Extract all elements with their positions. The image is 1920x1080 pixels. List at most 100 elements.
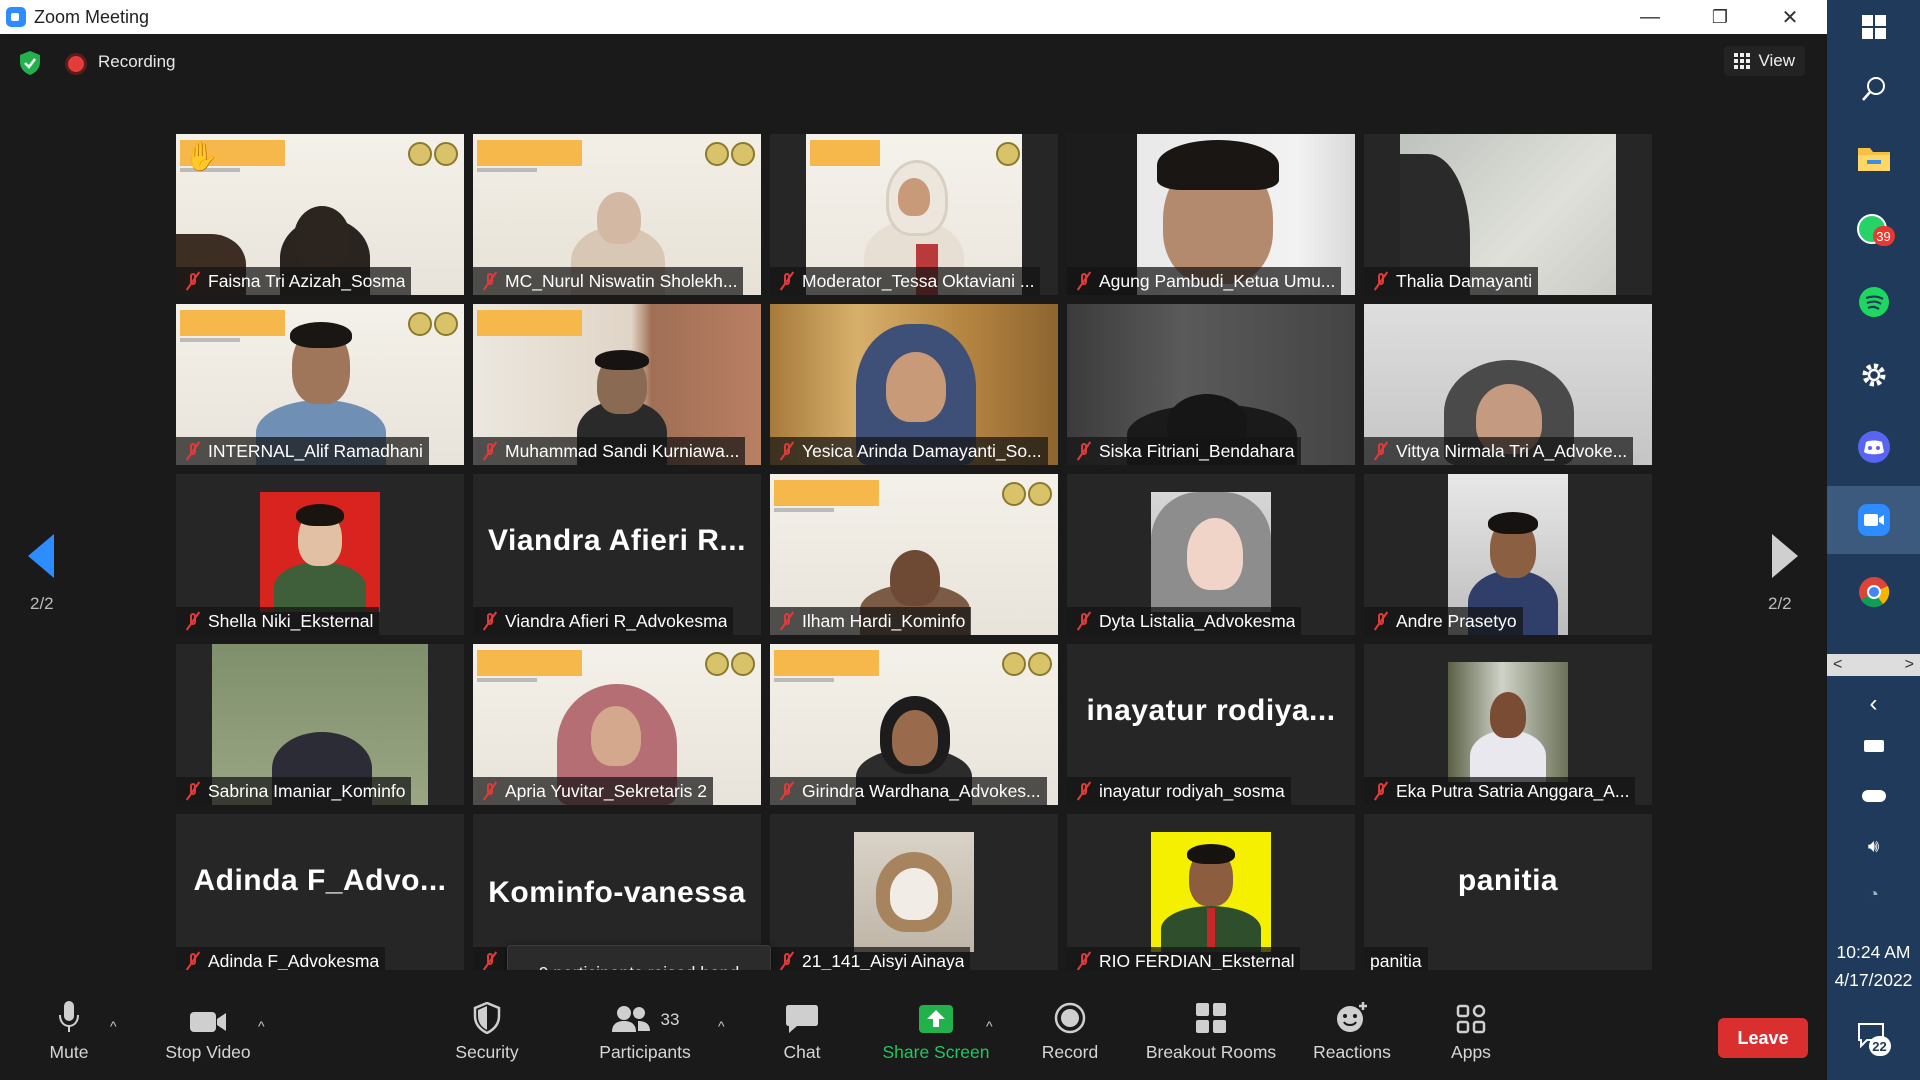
- video-options-caret-icon[interactable]: ^: [258, 1018, 265, 1034]
- logo-badge: [705, 652, 729, 676]
- participant-tile[interactable]: Shella Niki_Eksternal: [176, 474, 464, 635]
- participant-tile[interactable]: Siska Fitriani_Bendahara: [1067, 304, 1355, 465]
- participant-tile[interactable]: Andre Prasetyo: [1364, 474, 1652, 635]
- onedrive-cloud-icon[interactable]: [1827, 790, 1920, 802]
- taskbar-time[interactable]: 10:24 AM: [1827, 942, 1920, 963]
- cat-face: [890, 868, 938, 920]
- next-page-arrow-icon[interactable]: [1772, 534, 1798, 578]
- banner-subtext: [774, 678, 834, 682]
- muted-mic-icon: [182, 270, 204, 292]
- participant-tile[interactable]: panitia panitia: [1364, 814, 1652, 975]
- whatsapp-button[interactable]: 39: [1827, 214, 1920, 248]
- usb-device-icon[interactable]: [1827, 740, 1920, 752]
- participant-tile[interactable]: Eka Putra Satria Anggara_A...: [1364, 644, 1652, 805]
- gear-icon: [1862, 363, 1885, 387]
- participant-tile[interactable]: 21_141_Aisyi Ainaya: [770, 814, 1058, 975]
- volume-icon[interactable]: 🔊︎: [1827, 836, 1920, 857]
- chat-button[interactable]: Chat: [772, 998, 832, 1068]
- participant-tile[interactable]: Vittya Nirmala Tri A_Advoke...: [1364, 304, 1652, 465]
- participant-tile[interactable]: Moderator_Tessa Oktaviani ...: [770, 134, 1058, 295]
- previous-page-arrow-icon[interactable]: [28, 534, 54, 578]
- participant-tile[interactable]: Agung Pambudi_Ketua Umu...: [1067, 134, 1355, 295]
- participant-name-label: Viandra Afieri R_Advokesma: [473, 607, 734, 635]
- participants-options-caret-icon[interactable]: ^: [718, 1018, 725, 1034]
- participant-profile-photo: [1448, 662, 1568, 782]
- settings-button[interactable]: [1827, 360, 1920, 390]
- scroll-left-arrow-icon[interactable]: <: [1833, 656, 1842, 674]
- recording-label[interactable]: Recording: [98, 52, 176, 72]
- zoom-app-icon: [6, 7, 26, 27]
- file-explorer-button[interactable]: [1827, 144, 1920, 172]
- participant-profile-photo: [854, 832, 974, 952]
- stop-video-button[interactable]: Stop Video: [158, 998, 258, 1068]
- mute-label: Mute: [49, 1042, 89, 1062]
- person-hair: [1187, 844, 1235, 864]
- participant-tile[interactable]: Girindra Wardhana_Advokes...: [770, 644, 1058, 805]
- taskbar-scrollbar[interactable]: < >: [1827, 654, 1920, 676]
- encryption-shield-icon[interactable]: [18, 50, 42, 76]
- person-hair: [1157, 140, 1279, 190]
- participant-tile[interactable]: MC_Nurul Niswatin Sholekh...: [473, 134, 761, 295]
- participant-tile[interactable]: Muhammad Sandi Kurniawa...: [473, 304, 761, 465]
- minimize-button[interactable]: —: [1615, 0, 1685, 34]
- apps-button[interactable]: Apps: [1448, 998, 1494, 1068]
- audio-options-caret-icon[interactable]: ^: [110, 1018, 117, 1034]
- scroll-right-arrow-icon[interactable]: >: [1905, 656, 1914, 674]
- participant-tile[interactable]: Sabrina Imaniar_Kominfo: [176, 644, 464, 805]
- spotify-button[interactable]: [1827, 286, 1920, 318]
- security-label: Security: [455, 1042, 519, 1062]
- participants-button[interactable]: 33 Participants: [592, 998, 698, 1068]
- participant-tile[interactable]: INTERNAL_Alif Ramadhani: [176, 304, 464, 465]
- grid-view-icon: [1734, 53, 1751, 69]
- security-button[interactable]: Security: [452, 998, 522, 1068]
- close-button[interactable]: ✕: [1755, 0, 1825, 34]
- share-options-caret-icon[interactable]: ^: [986, 1018, 993, 1034]
- view-button[interactable]: View: [1724, 46, 1805, 76]
- discord-button[interactable]: [1827, 430, 1920, 464]
- wifi-icon[interactable]: ◔: [1827, 884, 1920, 905]
- participant-tile[interactable]: inayatur rodiya... inayatur rodiyah_sosm…: [1067, 644, 1355, 805]
- breakout-rooms-button[interactable]: Breakout Rooms: [1142, 998, 1280, 1068]
- participant-tile[interactable]: Yesica Arinda Damayanti_So...: [770, 304, 1058, 465]
- chrome-button[interactable]: [1827, 576, 1920, 608]
- participant-tile[interactable]: Viandra Afieri R... Viandra Afieri R_Adv…: [473, 474, 761, 635]
- participant-tile[interactable]: Ilham Hardi_Kominfo: [770, 474, 1058, 635]
- apps-icon: [1456, 1004, 1486, 1034]
- participant-tile[interactable]: Adinda F_Advo... Adinda F_Advokesma: [176, 814, 464, 975]
- participant-tile[interactable]: Dyta Listalia_Advokesma: [1067, 474, 1355, 635]
- leave-button[interactable]: Leave: [1718, 1018, 1808, 1058]
- participant-name: Adinda F_Advokesma: [208, 950, 380, 971]
- windows-start-button[interactable]: [1827, 14, 1920, 40]
- muted-mic-icon: [182, 780, 204, 802]
- breakout-rooms-label: Breakout Rooms: [1145, 1042, 1277, 1062]
- share-screen-button[interactable]: Share Screen: [880, 998, 992, 1068]
- participant-name-label: Shella Niki_Eksternal: [176, 607, 380, 635]
- participant-display-name: Adinda F_Advo...: [193, 864, 447, 897]
- person-hair: [296, 504, 344, 526]
- meeting-area: Recording View 2/2 2/2 ✋ Faisna Tri Aziz…: [0, 34, 1827, 1080]
- mute-button[interactable]: Mute: [40, 998, 98, 1068]
- participant-tile[interactable]: Thalia Damayanti: [1364, 134, 1652, 295]
- participant-tile[interactable]: Apria Yuvitar_Sekretaris 2: [473, 644, 761, 805]
- breakout-rooms-icon: [1196, 1003, 1226, 1033]
- record-label: Record: [1041, 1042, 1099, 1062]
- whatsapp-unread-badge: 39: [1872, 226, 1895, 246]
- muted-mic-icon: [182, 610, 204, 632]
- participant-name-label: Eka Putra Satria Anggara_A...: [1364, 777, 1636, 805]
- participant-tile[interactable]: ✋ Faisna Tri Azizah_Sosma: [176, 134, 464, 295]
- logo-badge: [705, 142, 729, 166]
- person-face: [886, 352, 946, 422]
- participant-tile[interactable]: RIO FERDIAN_Eksternal: [1067, 814, 1355, 975]
- show-hidden-icons-chevron-icon[interactable]: ‹: [1827, 690, 1920, 718]
- taskbar-date[interactable]: 4/17/2022: [1827, 970, 1920, 991]
- zoom-taskbar-button[interactable]: [1827, 486, 1920, 554]
- record-button[interactable]: Record: [1038, 998, 1102, 1068]
- restore-button[interactable]: ❐: [1685, 0, 1755, 34]
- participant-name-label: MC_Nurul Niswatin Sholekh...: [473, 267, 744, 295]
- search-button[interactable]: [1827, 76, 1920, 102]
- muted-mic-icon: [479, 780, 501, 802]
- notification-center-button[interactable]: 22: [1827, 1022, 1920, 1056]
- reactions-button[interactable]: Reactions: [1310, 998, 1394, 1068]
- participant-name-label: inayatur rodiyah_sosma: [1067, 777, 1291, 805]
- participant-name-label: Dyta Listalia_Advokesma: [1067, 607, 1302, 635]
